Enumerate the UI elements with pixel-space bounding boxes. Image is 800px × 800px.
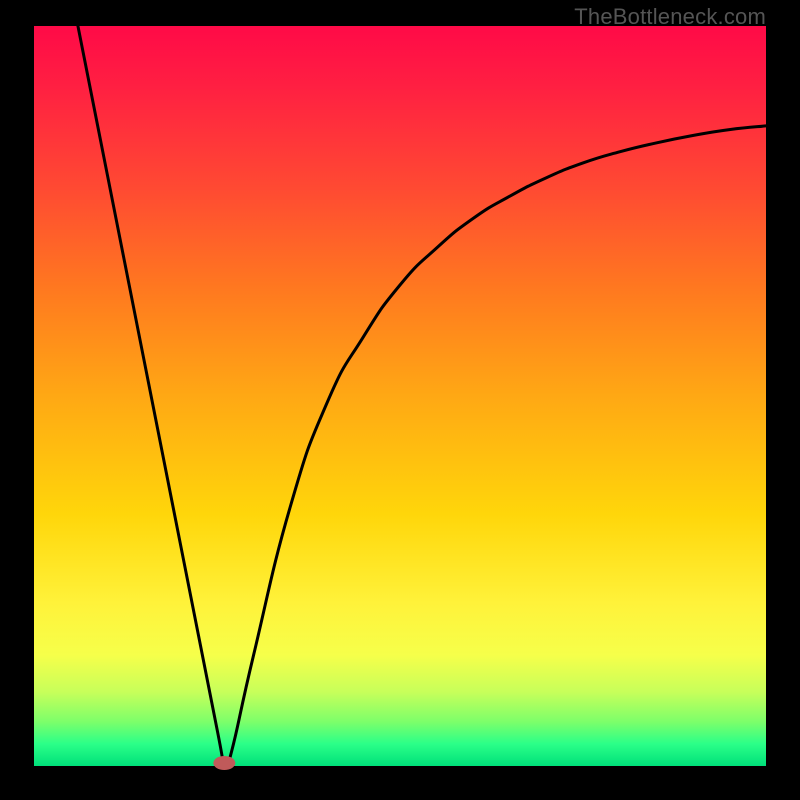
bottleneck-curve-path xyxy=(78,26,766,771)
min-marker xyxy=(213,756,235,770)
curve-layer xyxy=(34,26,766,766)
chart-frame: TheBottleneck.com xyxy=(0,0,800,800)
plot-area xyxy=(34,26,766,766)
